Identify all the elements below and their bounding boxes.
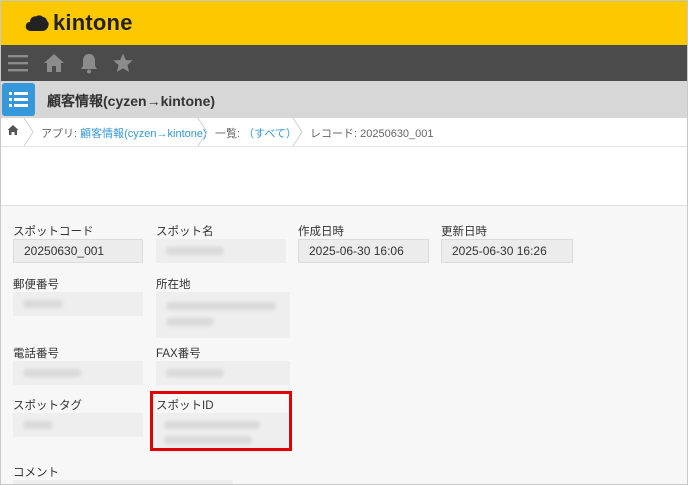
brand-name: kintone (53, 10, 133, 35)
spot-code-value: 20250630_001 (13, 239, 143, 263)
breadcrumb-app-prefix: アプリ: (41, 128, 81, 140)
list-icon[interactable] (2, 83, 35, 116)
kintone-logo[interactable]: kintone (25, 9, 133, 37)
postal-code-label: 郵便番号 (13, 279, 59, 291)
spot-id-highlight (150, 391, 292, 451)
breadcrumb-separator-icon (197, 118, 208, 146)
breadcrumb-separator-icon (23, 118, 34, 146)
updated-at-value: 2025-06-30 16:26 (441, 239, 573, 263)
breadcrumb: アプリ: 顧客情報(cyzen→kintone) 一覧: （すべて） レコード:… (1, 118, 687, 147)
comment-value (13, 480, 233, 484)
toolbar-area (1, 147, 687, 206)
created-at-label: 作成日時 (298, 226, 344, 238)
app-title-bar: 顧客情報(cyzen→kintone) (1, 81, 687, 118)
postal-code-value (13, 292, 143, 316)
bell-icon[interactable] (78, 52, 100, 74)
menu-icon[interactable] (7, 52, 29, 74)
breadcrumb-list-prefix: 一覧: (215, 128, 244, 140)
breadcrumb-list: 一覧: （すべて） (215, 125, 297, 141)
spot-name-label: スポット名 (156, 226, 214, 238)
spot-name-value (156, 239, 286, 263)
cloud-logo-icon (25, 15, 49, 31)
created-at-value: 2025-06-30 16:06 (298, 239, 429, 263)
breadcrumb-list-link[interactable]: （すべて） (243, 128, 297, 140)
spot-tag-label: スポットタグ (13, 400, 82, 412)
fax-label: FAX番号 (156, 348, 201, 360)
global-nav (1, 45, 687, 81)
breadcrumb-home-icon[interactable] (7, 124, 19, 139)
address-value (156, 292, 290, 338)
updated-at-label: 更新日時 (441, 226, 487, 238)
comment-label: コメント (13, 467, 59, 479)
breadcrumb-separator-icon (292, 118, 303, 146)
spot-tag-value (13, 413, 143, 437)
home-icon[interactable] (43, 52, 65, 74)
address-label: 所在地 (156, 279, 191, 291)
fax-value (156, 361, 290, 385)
breadcrumb-record: レコード: 20250630_001 (310, 128, 434, 140)
spot-code-label: スポットコード (13, 226, 94, 238)
star-icon[interactable] (112, 52, 134, 74)
breadcrumb-app-link[interactable]: 顧客情報(cyzen→kintone) (80, 128, 207, 140)
phone-label: 電話番号 (13, 348, 59, 360)
app-title: 顧客情報(cyzen→kintone) (47, 93, 216, 109)
app-window: kintone 顧客情報(cyzen→kintone) アプリ: 顧客情報(cy… (0, 0, 688, 485)
breadcrumb-app: アプリ: 顧客情報(cyzen→kintone) (41, 125, 207, 141)
phone-value (13, 361, 143, 385)
record-detail: スポットコード 20250630_001 スポット名 作成日時 2025-06-… (1, 206, 687, 484)
top-header: kintone (1, 1, 687, 45)
